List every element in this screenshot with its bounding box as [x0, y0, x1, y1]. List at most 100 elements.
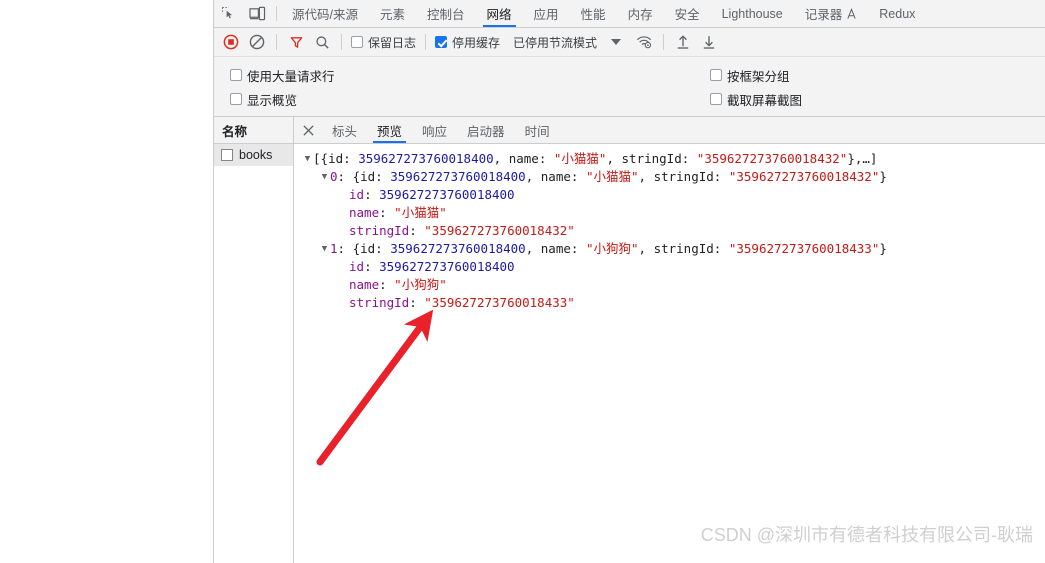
json-token-prop: name: [349, 277, 380, 292]
json-line-content: name: "小狗狗": [349, 276, 447, 294]
tab-label: 控制台: [427, 8, 465, 22]
expand-triangle-icon[interactable]: ▼: [302, 150, 313, 168]
json-line[interactable]: name: "小狗狗": [294, 276, 1045, 294]
json-token-punc: ,: [606, 151, 622, 166]
json-token-prop: name: [349, 205, 380, 220]
subtab-initiator[interactable]: 启动器: [457, 117, 515, 143]
checkbox-box: [435, 36, 448, 48]
json-token-punc: ,: [525, 241, 541, 256]
disable-cache-checkbox[interactable]: 停用缓存: [432, 34, 503, 51]
subtab-preview[interactable]: 预览: [367, 117, 412, 143]
export-har-icon[interactable]: [696, 30, 722, 54]
clear-network-log-icon[interactable]: [244, 30, 270, 54]
json-preview-tree[interactable]: ▼ [{id: 359627273760018400, name: "小猫猫", …: [294, 144, 1045, 563]
subtab-label: 预览: [377, 124, 403, 139]
inspect-element-icon[interactable]: [214, 0, 243, 27]
tab-performance[interactable]: 性能: [570, 0, 617, 27]
json-token-prop: stringId: [349, 223, 410, 238]
throttling-label[interactable]: 已停用节流模式: [513, 34, 597, 51]
request-row-books[interactable]: books: [214, 144, 293, 166]
screenshot-root: 源代码/来源 元素 控制台 网络 应用 性能 内存 安全 Lighthouse …: [0, 0, 1045, 563]
tab-recorder[interactable]: 记录器: [794, 0, 869, 27]
options-row-1: 使用大量请求行 按框架分组: [214, 63, 1045, 87]
name-column-header[interactable]: 名称: [214, 117, 293, 144]
toolbar-divider: [341, 34, 342, 50]
json-token-str: "359627273760018432": [728, 169, 880, 184]
preserve-log-checkbox[interactable]: 保留日志: [348, 34, 419, 51]
json-line[interactable]: ▼ 0: {id: 359627273760018400, name: "小猫猫"…: [294, 168, 1045, 186]
device-toolbar-icon[interactable]: [243, 0, 272, 27]
json-token-punc: :: [538, 151, 554, 166]
subtab-timing[interactable]: 时间: [515, 117, 560, 143]
json-token-punc: :: [343, 151, 359, 166]
filter-funnel-icon[interactable]: [283, 30, 309, 54]
expand-triangle-icon[interactable]: ▼: [319, 168, 330, 186]
json-token-str: "359627273760018432": [696, 151, 848, 166]
tab-application[interactable]: 应用: [523, 0, 570, 27]
json-token-str: "小猫猫": [553, 151, 607, 166]
json-token-key: id: [328, 151, 344, 166]
import-har-icon[interactable]: [670, 30, 696, 54]
json-token-str: "359627273760018433": [728, 241, 880, 256]
tab-lighthouse[interactable]: Lighthouse: [711, 0, 794, 27]
json-token-punc: :: [364, 187, 380, 202]
tab-sources[interactable]: 源代码/来源: [281, 0, 369, 27]
subtab-response[interactable]: 响应: [412, 117, 457, 143]
json-line-content: id: 359627273760018400: [349, 186, 515, 204]
json-token-key: name: [540, 241, 571, 256]
subtab-headers[interactable]: 标头: [322, 117, 367, 143]
tab-console[interactable]: 控制台: [416, 0, 476, 27]
json-token-str: "小狗狗": [585, 241, 639, 256]
tab-memory[interactable]: 内存: [617, 0, 664, 27]
checkbox-box: [710, 69, 722, 81]
preserve-log-label: 保留日志: [368, 35, 417, 50]
tab-label: Redux: [879, 6, 916, 21]
record-button-icon[interactable]: [218, 30, 244, 54]
capture-screenshots-label: 截取屏幕截图: [727, 93, 803, 108]
subtab-label: 标头: [332, 124, 358, 139]
json-token-punc: },…]: [847, 151, 878, 166]
csdn-watermark: CSDN @深圳市有德者科技有限公司-耿瑞: [700, 525, 1033, 545]
json-token-punc: :: [379, 277, 395, 292]
json-line[interactable]: id: 359627273760018400: [294, 258, 1045, 276]
tab-label: 内存: [627, 8, 653, 22]
chevron-down-icon[interactable]: [611, 39, 622, 45]
json-line[interactable]: id: 359627273760018400: [294, 186, 1045, 204]
tab-elements[interactable]: 元素: [369, 0, 416, 27]
request-type-icon: [221, 149, 233, 161]
tab-label: 安全: [674, 8, 700, 22]
json-token-punc: :: [409, 223, 425, 238]
close-icon[interactable]: [294, 117, 322, 143]
json-line-content: stringId: "359627273760018432": [349, 222, 575, 240]
json-line[interactable]: name: "小猫猫": [294, 204, 1045, 222]
big-request-rows-checkbox[interactable]: 使用大量请求行: [227, 66, 707, 85]
tab-label: 性能: [580, 8, 606, 22]
tab-network[interactable]: 网络: [476, 0, 523, 27]
network-body: 名称 books 标头 预览 响应 启动器 时间 ▼ [{id: 3596272…: [214, 117, 1045, 563]
json-token-prop: 0: [330, 169, 338, 184]
capture-screenshots-checkbox[interactable]: 截取屏幕截图: [707, 90, 805, 109]
request-name-label: books: [239, 148, 273, 162]
network-conditions-icon[interactable]: [631, 30, 657, 54]
json-token-prop: 1: [330, 241, 338, 256]
search-icon[interactable]: [309, 30, 335, 54]
json-line[interactable]: stringId: "359627273760018433": [294, 294, 1045, 312]
json-token-key: name: [508, 151, 539, 166]
json-token-punc: :: [409, 295, 425, 310]
tab-security[interactable]: 安全: [664, 0, 711, 27]
network-options-rows: 使用大量请求行 按框架分组 显示概览 截取屏幕截图: [214, 57, 1045, 117]
json-line[interactable]: ▼ 1: {id: 359627273760018400, name: "小狗狗"…: [294, 240, 1045, 258]
checkbox-box: [230, 93, 242, 105]
expand-triangle-icon[interactable]: ▼: [319, 240, 330, 258]
json-token-key: name: [540, 169, 571, 184]
json-line[interactable]: stringId: "359627273760018432": [294, 222, 1045, 240]
web-page-viewport[interactable]: [0, 0, 213, 563]
json-token-prop: id: [349, 187, 365, 202]
json-token-num: 359627273760018400: [358, 151, 494, 166]
json-token-punc: }: [879, 241, 887, 256]
json-line[interactable]: ▼ [{id: 359627273760018400, name: "小猫猫", …: [294, 150, 1045, 168]
tab-redux[interactable]: Redux: [868, 0, 926, 27]
json-token-punc: [{: [313, 151, 329, 166]
show-overview-checkbox[interactable]: 显示概览: [227, 90, 707, 109]
group-by-frame-checkbox[interactable]: 按框架分组: [707, 66, 793, 85]
